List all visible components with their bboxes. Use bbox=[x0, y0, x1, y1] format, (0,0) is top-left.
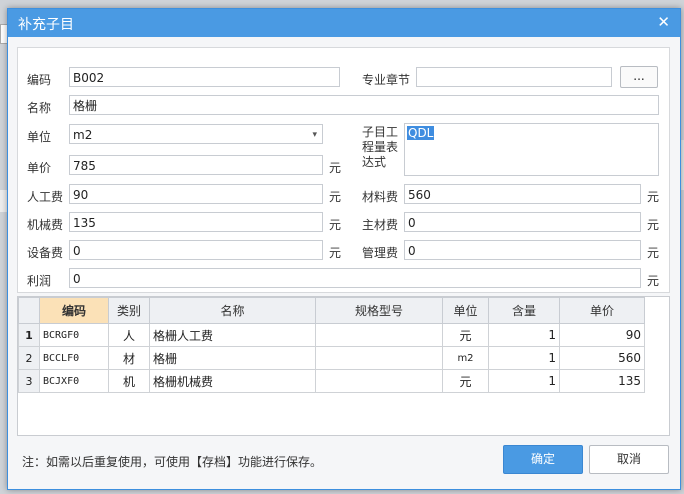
name-label: 名称 bbox=[27, 101, 52, 115]
chapter-label: 专业章节 bbox=[362, 73, 411, 87]
chapter-browse-button[interactable]: ... bbox=[620, 66, 658, 88]
code-label: 编码 bbox=[27, 73, 52, 87]
cell-unit[interactable]: 元 bbox=[442, 369, 489, 393]
title-bar: 补充子目 ✕ bbox=[8, 9, 680, 37]
expression-input[interactable]: QDL bbox=[404, 123, 659, 176]
grid-header-row: 编码 类别 名称 规格型号 单位 含量 单价 bbox=[18, 297, 645, 324]
chapter-input[interactable] bbox=[416, 67, 612, 87]
cell-price[interactable]: 90 bbox=[559, 323, 645, 347]
cell-price[interactable]: 560 bbox=[559, 346, 645, 370]
row-number[interactable]: 2 bbox=[18, 346, 40, 370]
main-material-unit: 元 bbox=[647, 218, 660, 232]
cell-spec[interactable] bbox=[315, 369, 443, 393]
management-unit: 元 bbox=[647, 246, 660, 260]
cell-name[interactable]: 格栅机械费 bbox=[149, 369, 316, 393]
row-number[interactable]: 3 bbox=[18, 369, 40, 393]
cell-spec[interactable] bbox=[315, 323, 443, 347]
cell-price[interactable]: 135 bbox=[559, 369, 645, 393]
grid-corner bbox=[18, 297, 40, 324]
cell-type[interactable]: 材 bbox=[108, 346, 150, 370]
column-header-quantity[interactable]: 含量 bbox=[488, 297, 560, 324]
material-unit: 元 bbox=[647, 190, 660, 204]
price-label: 单价 bbox=[27, 161, 52, 175]
cell-unit[interactable]: 元 bbox=[442, 323, 489, 347]
ok-button[interactable]: 确定 bbox=[503, 445, 583, 474]
management-input[interactable]: 0 bbox=[404, 240, 641, 260]
cell-unit[interactable]: m2 bbox=[442, 346, 489, 370]
cell-name[interactable]: 格栅 bbox=[149, 346, 316, 370]
row-number[interactable]: 1 bbox=[18, 323, 40, 347]
chevron-down-icon[interactable]: ▾ bbox=[312, 125, 317, 143]
profit-input[interactable]: 0 bbox=[69, 268, 641, 288]
column-header-code[interactable]: 编码 bbox=[39, 297, 109, 324]
expression-label: 子目工 程量表 达式 bbox=[362, 125, 398, 170]
save-hint-note: 注：如需以后重复使用，可使用【存档】功能进行保存。 bbox=[22, 455, 323, 469]
name-input[interactable]: 格栅 bbox=[69, 95, 659, 115]
resource-grid: 编码 类别 名称 规格型号 单位 含量 单价 1 BCRGF0 人 格栅人工费 … bbox=[18, 297, 645, 393]
expression-label-line: 程量表 bbox=[362, 140, 399, 154]
equipment-label: 设备费 bbox=[27, 246, 64, 260]
column-header-unit[interactable]: 单位 bbox=[442, 297, 489, 324]
unit-label: 单位 bbox=[27, 130, 52, 144]
table-row[interactable]: 1 BCRGF0 人 格栅人工费 元 1 90 bbox=[18, 323, 645, 347]
resource-grid-panel: 编码 类别 名称 规格型号 单位 含量 单价 1 BCRGF0 人 格栅人工费 … bbox=[17, 296, 670, 436]
labor-label: 人工费 bbox=[27, 190, 64, 204]
price-unit: 元 bbox=[329, 161, 342, 175]
main-material-label: 主材费 bbox=[362, 218, 399, 232]
table-row[interactable]: 3 BCJXF0 机 格栅机械费 元 1 135 bbox=[18, 369, 645, 393]
form-panel: 编码 B002 专业章节 ... 名称 格栅 单位 m2 ▾ 子目工 程量表 达… bbox=[17, 47, 670, 293]
expression-label-line: 子目工 bbox=[362, 125, 399, 139]
column-header-spec[interactable]: 规格型号 bbox=[315, 297, 443, 324]
cancel-button[interactable]: 取消 bbox=[589, 445, 669, 474]
column-header-price[interactable]: 单价 bbox=[559, 297, 645, 324]
material-label: 材料费 bbox=[362, 190, 399, 204]
labor-unit: 元 bbox=[329, 190, 342, 204]
cell-type[interactable]: 人 bbox=[108, 323, 150, 347]
cell-code[interactable]: BCCLF0 bbox=[39, 346, 109, 370]
machine-unit: 元 bbox=[329, 218, 342, 232]
machine-input[interactable]: 135 bbox=[69, 212, 323, 232]
supplement-item-dialog: 补充子目 ✕ 编码 B002 专业章节 ... 名称 格栅 单位 m2 ▾ 子目… bbox=[7, 8, 681, 490]
cell-quantity[interactable]: 1 bbox=[488, 323, 560, 347]
column-header-type[interactable]: 类别 bbox=[108, 297, 150, 324]
unit-select[interactable]: m2 ▾ bbox=[69, 124, 323, 144]
labor-input[interactable]: 90 bbox=[69, 184, 323, 204]
management-label: 管理费 bbox=[362, 246, 399, 260]
equipment-unit: 元 bbox=[329, 246, 342, 260]
close-icon[interactable]: ✕ bbox=[657, 13, 670, 31]
expression-selected-text: QDL bbox=[407, 126, 435, 140]
equipment-input[interactable]: 0 bbox=[69, 240, 323, 260]
cell-quantity[interactable]: 1 bbox=[488, 346, 560, 370]
table-row[interactable]: 2 BCCLF0 材 格栅 m2 1 560 bbox=[18, 346, 645, 370]
cell-type[interactable]: 机 bbox=[108, 369, 150, 393]
main-material-input[interactable]: 0 bbox=[404, 212, 641, 232]
price-input[interactable]: 785 bbox=[69, 155, 323, 175]
cell-name[interactable]: 格栅人工费 bbox=[149, 323, 316, 347]
profit-label: 利润 bbox=[27, 274, 52, 288]
cell-code[interactable]: BCRGF0 bbox=[39, 323, 109, 347]
profit-unit: 元 bbox=[647, 274, 660, 288]
cell-spec[interactable] bbox=[315, 346, 443, 370]
expression-label-line: 达式 bbox=[362, 155, 387, 169]
cell-quantity[interactable]: 1 bbox=[488, 369, 560, 393]
machine-label: 机械费 bbox=[27, 218, 64, 232]
cell-code[interactable]: BCJXF0 bbox=[39, 369, 109, 393]
column-header-name[interactable]: 名称 bbox=[149, 297, 316, 324]
material-input[interactable]: 560 bbox=[404, 184, 641, 204]
code-input[interactable]: B002 bbox=[69, 67, 340, 87]
unit-select-value: m2 bbox=[73, 128, 93, 142]
dialog-title: 补充子目 bbox=[18, 17, 74, 33]
